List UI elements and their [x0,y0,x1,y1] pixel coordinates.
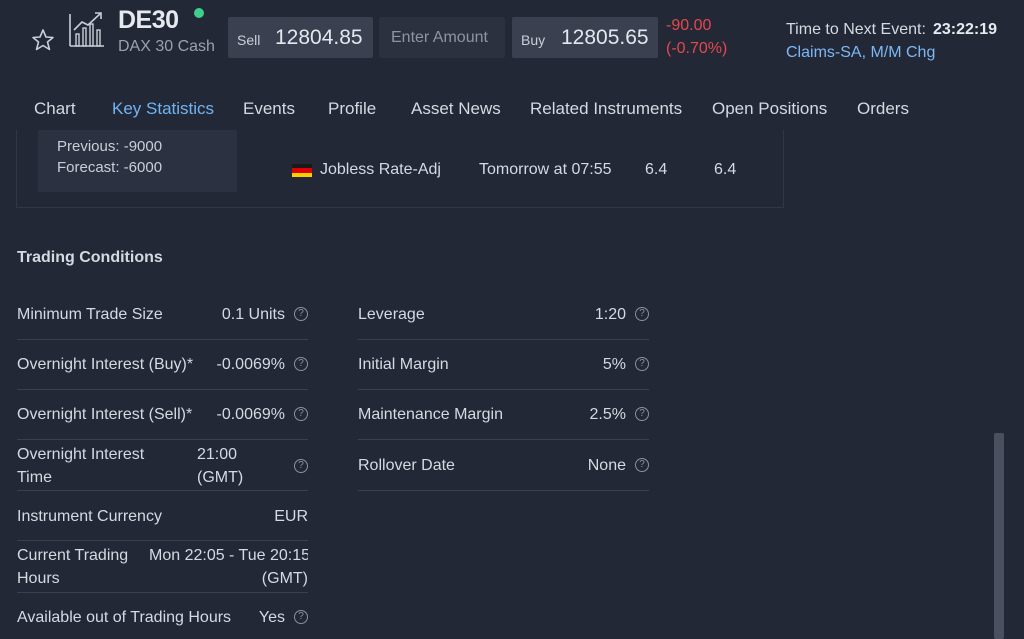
condition-label: Overnight Interest (Sell)* [17,406,193,423]
condition-label: Instrument Currency [17,508,162,525]
tab-key-statistics[interactable]: Key Statistics [112,99,214,119]
help-icon[interactable]: ? [635,407,649,421]
condition-value: 2.5% [589,406,626,423]
buy-label: Buy [521,32,546,48]
help-icon[interactable]: ? [294,307,308,321]
condition-row: Leverage 1:20 ? [358,290,649,340]
germany-flag-icon [292,164,312,177]
next-event-label: Time to Next Event: [786,21,926,38]
condition-value: Yes [258,609,285,626]
instrument-tabs: Chart Key Statistics Events Profile Asse… [0,90,1024,132]
condition-value: 5% [602,356,626,373]
condition-value-line1: 21:00 [197,446,238,463]
market-open-indicator [194,8,204,18]
help-icon[interactable]: ? [294,407,308,421]
condition-label-line1: Current Trading [17,547,129,564]
buy-price: 12805.65 [561,26,649,49]
event-previous-value: 6.4 [714,161,737,178]
help-icon[interactable]: ? [635,307,649,321]
help-icon[interactable]: ? [635,458,649,472]
condition-label-line1: Overnight Interest [17,446,145,463]
amount-input[interactable] [379,17,505,58]
help-icon[interactable]: ? [294,610,308,624]
condition-row: Overnight Interest Time 21:00 (GMT) ? [17,440,308,491]
event-previous: Previous: -9000 [57,138,163,155]
instrument-header: DE30 DAX 30 Cash Sell 12804.85 Buy 12805… [0,0,1024,90]
condition-label: Rollover Date [358,457,455,474]
condition-label-line2: Time [17,469,52,486]
tab-orders[interactable]: Orders [857,99,909,119]
condition-row: Available out of Trading Hours Yes ? [17,593,308,639]
condition-label: Leverage [358,306,425,323]
condition-label: Overnight Interest (Buy)* [17,356,194,373]
buy-button[interactable]: Buy 12805.65 [512,17,658,58]
condition-row: Rollover Date None ? [358,440,649,491]
condition-value: EUR [274,508,308,525]
scrollbar-thumb[interactable] [994,433,1004,639]
tab-profile[interactable]: Profile [328,99,376,119]
condition-value-line2: (GMT) [197,469,244,486]
next-event-link[interactable]: Claims-SA, M/M Chg [786,44,935,62]
next-event-countdown: 23:22:19 [933,21,998,38]
trading-conditions-title: Trading Conditions [17,249,163,266]
condition-row: Minimum Trade Size 0.1 Units ? [17,290,308,340]
event-details-box: Previous: -9000 Forecast: -6000 [38,130,237,192]
sell-label: Sell [237,32,261,48]
event-name[interactable]: Jobless Rate-Adj [320,161,441,179]
help-icon[interactable]: ? [635,357,649,371]
condition-label: Maintenance Margin [358,406,503,423]
price-change-absolute: -90.00 [666,17,712,34]
price-change-percent: (-0.70%) [666,40,728,57]
price-change: -90.00 (-0.70%) [666,14,727,60]
tab-events[interactable]: Events [243,99,295,119]
condition-value-line2: (GMT) [261,570,308,587]
help-icon[interactable]: ? [294,357,308,371]
condition-row: Instrument Currency EUR [17,491,308,541]
condition-row: Initial Margin 5% ? [358,340,649,390]
instrument-name: DAX 30 Cash [118,38,215,55]
condition-label-line2: Hours [17,570,60,587]
condition-value: 1:20 [594,306,626,323]
condition-label: Available out of Trading Hours [17,609,232,626]
sell-button[interactable]: Sell 12804.85 [228,17,373,58]
event-forecast-value: 6.4 [645,161,668,178]
help-icon[interactable]: ? [294,459,308,473]
condition-row: Maintenance Margin 2.5% ? [358,390,649,440]
instrument-chart-icon [69,12,104,47]
tab-open-positions[interactable]: Open Positions [712,99,827,119]
tab-related-instruments[interactable]: Related Instruments [530,99,682,119]
tab-chart[interactable]: Chart [34,99,76,119]
condition-value-line1: Mon 22:05 - Tue 20:15 [149,547,308,564]
condition-label: Minimum Trade Size [17,306,163,323]
instrument-symbol: DE30 [118,6,179,34]
amount-field-wrapper [379,17,505,58]
condition-value: -0.0069% [216,356,286,373]
condition-row: Current Trading Hours Mon 22:05 - Tue 20… [17,541,308,593]
event-time: Tomorrow at 07:55 [479,161,612,178]
condition-row: Overnight Interest (Buy)* -0.0069% ? [17,340,308,390]
condition-value: -0.0069% [216,406,286,423]
favorite-star-icon[interactable] [31,28,55,52]
event-forecast: Forecast: -6000 [57,159,163,176]
events-panel: Previous: -9000 Forecast: -6000 Jobless … [16,130,784,208]
condition-row: Overnight Interest (Sell)* -0.0069% ? [17,390,308,440]
condition-label: Initial Margin [358,356,449,373]
sell-price: 12804.85 [275,26,363,49]
tab-asset-news[interactable]: Asset News [411,99,501,119]
condition-value: 0.1 Units [221,306,285,323]
condition-value: None [587,457,626,474]
